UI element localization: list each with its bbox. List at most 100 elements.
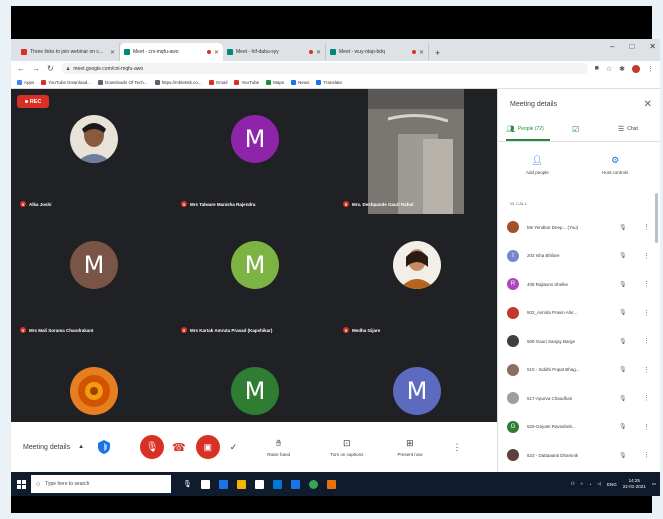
more-icon[interactable]: ⋮ bbox=[643, 280, 650, 288]
close-tab-icon[interactable]: ✕ bbox=[419, 49, 424, 56]
bookmark-item[interactable]: Downloads Of Tech... bbox=[97, 79, 148, 85]
participant-tile[interactable]: ✕ Alka Joshi bbox=[14, 89, 174, 215]
task-view-icon[interactable] bbox=[200, 479, 210, 489]
raise-hand-button[interactable]: ✋︎ Raise hand bbox=[267, 438, 290, 457]
participant-row[interactable]: I 203 Isha Bhilare 🎙︎ ⋮ bbox=[498, 242, 654, 271]
tab-activities[interactable]: ☑︎ bbox=[572, 125, 579, 134]
participant-row[interactable]: 510 - Siddhi Popat Bhag... 🎙︎ ⋮ bbox=[498, 356, 654, 385]
wifi-icon[interactable]: ◔ bbox=[589, 482, 592, 487]
chat-tab-label: Chat bbox=[627, 126, 638, 132]
chrome-icon[interactable] bbox=[308, 479, 318, 489]
tab-people[interactable]: 👥︎ People (72) bbox=[506, 125, 544, 133]
reload-icon[interactable]: ↻ bbox=[47, 64, 54, 73]
camera-indicator-icon[interactable]: ■ bbox=[595, 65, 599, 72]
more-toggle-icon[interactable]: ✓ bbox=[230, 442, 238, 453]
minimize-icon[interactable]: – bbox=[610, 42, 614, 51]
new-tab-button[interactable]: + bbox=[429, 48, 446, 61]
more-options-icon[interactable]: ⋮ bbox=[452, 442, 461, 453]
taskbar-search-input[interactable]: ○ Type here to search bbox=[31, 475, 171, 493]
browser-tab-active[interactable]: Meet - cni-mqfu-awo ✕ bbox=[120, 43, 223, 61]
more-icon[interactable]: ⋮ bbox=[643, 366, 650, 374]
more-icon[interactable]: ⋮ bbox=[643, 252, 650, 260]
mic-off-icon: ✕ bbox=[20, 327, 26, 333]
store-icon[interactable] bbox=[254, 479, 264, 489]
close-panel-icon[interactable]: ✕ bbox=[644, 99, 652, 110]
volume-icon[interactable]: ◁ bbox=[597, 481, 600, 487]
participant-row[interactable]: G 520-Gayatri Ravsaheb... 🎙︎ ⋮ bbox=[498, 413, 654, 442]
edge-icon[interactable] bbox=[218, 479, 228, 489]
participant-row[interactable]: 517-Apurva Chaudhari 🎙︎ ⋮ bbox=[498, 384, 654, 413]
participant-row[interactable]: 503_Asmita Pravin Ahir... 🎙︎ ⋮ bbox=[498, 299, 654, 328]
more-icon[interactable]: ⋮ bbox=[643, 223, 650, 231]
meeting-details-toggle[interactable]: Meeting details ▲ bbox=[23, 444, 84, 451]
mic-off-icon: 🎙︎ bbox=[619, 452, 627, 459]
tab-chat[interactable]: ☰ Chat bbox=[618, 125, 638, 133]
participant-tile[interactable]: ✕ Medha Gijare bbox=[337, 215, 497, 341]
participant-avatar: G bbox=[507, 420, 519, 433]
mic-icon[interactable]: 🎙︎ bbox=[183, 480, 192, 488]
taskbar-clock[interactable]: 14:25 22-01-2021 bbox=[623, 478, 646, 490]
url-input[interactable]: 🔒︎ meet.google.com/cni-mqfu-awo bbox=[60, 63, 588, 74]
present-now-button[interactable]: ⊞ Present now bbox=[397, 438, 422, 457]
close-tab-icon[interactable]: ✕ bbox=[316, 49, 321, 56]
app-icon[interactable] bbox=[326, 479, 336, 489]
more-icon[interactable]: ⋮ bbox=[643, 394, 650, 402]
close-tab-icon[interactable]: ✕ bbox=[214, 49, 219, 56]
people-icon[interactable]: ⚇ bbox=[571, 481, 575, 487]
browser-tab[interactable]: Meet - wuy-otap-bdq ✕ bbox=[326, 43, 429, 61]
shield-icon[interactable] bbox=[98, 440, 111, 454]
more-icon[interactable]: ⋮ bbox=[643, 423, 650, 431]
back-icon[interactable]: ← bbox=[17, 64, 25, 73]
browser-tab[interactable]: Meet - hif-dabu-syy ✕ bbox=[223, 43, 326, 61]
mail-icon[interactable] bbox=[272, 479, 282, 489]
participant-name-label: ✕ Mrs Mali Sorama Chandrakant bbox=[20, 327, 94, 333]
chevron-up-icon[interactable]: ^ bbox=[581, 482, 583, 487]
bookmark-item[interactable]: News bbox=[291, 79, 309, 85]
participant-name: 509 Gauri Sanjay Barge bbox=[527, 338, 576, 344]
profile-avatar[interactable] bbox=[632, 64, 640, 73]
more-icon[interactable]: ⋮ bbox=[643, 451, 650, 459]
maximize-icon[interactable]: □ bbox=[629, 42, 634, 51]
mic-off-icon: 🎙︎ bbox=[619, 310, 627, 317]
bookmark-item[interactable]: Gmail bbox=[208, 79, 227, 85]
bookmark-label: YouTube bbox=[241, 79, 260, 85]
bookmark-item[interactable]: Translate bbox=[316, 79, 342, 85]
participant-row[interactable]: R 408 Rajlaxmi Shelke 🎙︎ ⋮ bbox=[498, 270, 654, 299]
bookmark-item[interactable]: https://mbletstk.co... bbox=[154, 79, 202, 85]
meet-favicon-icon bbox=[124, 49, 130, 55]
browser-tab[interactable]: Three links to join webinar on c... ✕ bbox=[17, 43, 120, 61]
participant-row[interactable]: 523 - Dattaaanti Dhamnik 🎙︎ ⋮ bbox=[498, 441, 654, 470]
participant-row[interactable]: 509 Gauri Sanjay Barge 🎙︎ ⋮ bbox=[498, 327, 654, 356]
participant-tile[interactable]: M ✕ Mrs Mali Sorama Chandrakant bbox=[14, 215, 174, 341]
participant-row[interactable]: Ms Yendkar Deep... (You) 🎙︎ ⋮ bbox=[498, 213, 654, 242]
extension-icon[interactable]: ✱ bbox=[619, 65, 625, 73]
mic-off-icon: 🎙︎ bbox=[619, 424, 627, 431]
menu-dots-icon[interactable]: ⋮ bbox=[647, 65, 654, 73]
camera-toggle-button[interactable]: ▣ bbox=[195, 435, 220, 459]
scrollbar[interactable] bbox=[655, 193, 658, 243]
more-icon[interactable]: ⋮ bbox=[643, 309, 650, 317]
participant-tile[interactable]: M ✕ Mrs Kartak Amruta Prasad (Kapshikar) bbox=[175, 215, 335, 341]
app-icon[interactable] bbox=[290, 479, 300, 489]
file-explorer-icon[interactable] bbox=[236, 479, 246, 489]
mic-toggle-button[interactable]: 🎙︎ bbox=[140, 435, 165, 459]
participant-tile[interactable]: M ✕ Mrs Talware Manisha Rajendra bbox=[175, 89, 335, 215]
address-bar: ← → ↻ 🔒︎ meet.google.com/cni-mqfu-awo ■ … bbox=[11, 61, 660, 76]
close-tab-icon[interactable]: ✕ bbox=[110, 49, 115, 56]
windows-taskbar: ○ Type here to search 🎙︎ ⚇ ^ ◔ ◁ ENG 14:… bbox=[11, 472, 660, 496]
more-icon[interactable]: ⋮ bbox=[643, 337, 650, 345]
bookmark-item[interactable]: YouTube bbox=[234, 79, 260, 85]
add-people-button[interactable]: 👤︎ Add people bbox=[526, 155, 549, 175]
star-icon[interactable]: ☆ bbox=[606, 65, 612, 73]
leave-call-button[interactable]: ☎︎ bbox=[172, 438, 186, 456]
bookmark-item[interactable]: Maps bbox=[266, 79, 284, 85]
windows-start-icon[interactable] bbox=[11, 472, 31, 496]
host-controls-button[interactable]: ⚙︎ Host controls bbox=[602, 155, 628, 175]
forward-icon[interactable]: → bbox=[32, 64, 40, 73]
close-window-icon[interactable]: ✕ bbox=[649, 42, 656, 51]
language-indicator[interactable]: ENG bbox=[607, 482, 617, 487]
notifications-icon[interactable]: ▭ bbox=[652, 481, 656, 487]
captions-button[interactable]: ⊡ Turn on captions bbox=[330, 438, 363, 457]
bookmark-item[interactable]: YouTube Download... bbox=[41, 79, 91, 85]
bookmark-apps[interactable]: Apps bbox=[17, 79, 34, 85]
